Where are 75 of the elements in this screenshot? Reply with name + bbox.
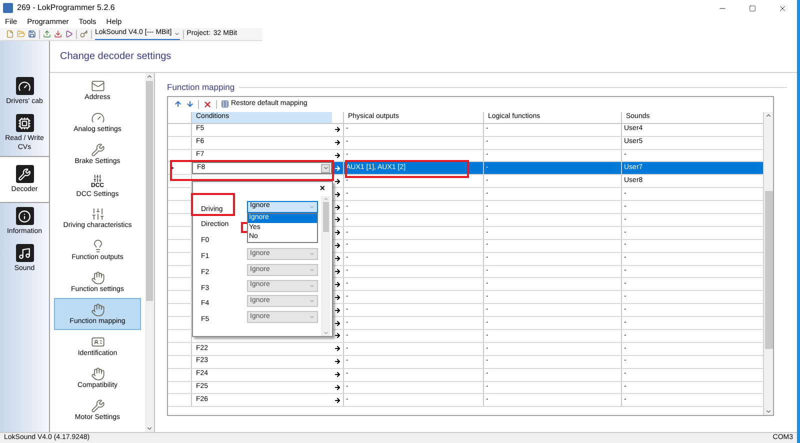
scroll-thumb[interactable]	[764, 190, 772, 349]
save-icon[interactable]	[28, 30, 36, 38]
move-up-icon[interactable]	[174, 100, 182, 108]
maximize-icon	[748, 4, 756, 12]
scroll-thumb[interactable]	[322, 202, 328, 232]
scroll-up-icon[interactable]	[146, 73, 153, 80]
wrench-icon	[90, 398, 104, 412]
arrow-icon	[334, 294, 341, 301]
upload-icon[interactable]	[43, 30, 51, 38]
list-scrollbar[interactable]	[145, 73, 154, 432]
download-icon[interactable]	[54, 30, 62, 38]
new-file-icon[interactable]	[6, 30, 14, 38]
arrow-icon	[334, 229, 341, 236]
arrow-icon	[334, 306, 341, 314]
wrench-icon	[90, 142, 104, 156]
current-row-icon	[171, 166, 174, 170]
arrow-icon	[334, 384, 341, 391]
caret-icon	[174, 30, 180, 36]
scroll-down-icon[interactable]	[146, 425, 153, 432]
scroll-thumb[interactable]	[146, 81, 153, 301]
arrow-icon	[334, 280, 341, 288]
caret-icon	[321, 164, 330, 173]
chip-icon	[16, 114, 34, 132]
play-icon[interactable]	[65, 30, 73, 38]
caret-icon	[309, 266, 315, 273]
hand-icon	[90, 302, 104, 316]
scroll-up-icon[interactable]	[322, 196, 328, 202]
page-header: Change decoder settings	[60, 50, 172, 64]
gauge-icon	[90, 110, 104, 124]
popup-scrollbar[interactable]	[321, 196, 330, 336]
arrow-icon	[334, 255, 341, 262]
arrow-icon	[334, 268, 341, 275]
arrow-icon	[334, 152, 341, 159]
arrow-icon	[334, 204, 341, 211]
arrow-icon	[334, 178, 341, 185]
envelope-icon	[90, 78, 104, 92]
gauge-icon	[16, 77, 34, 95]
arrow-icon	[334, 164, 341, 172]
table-scrollbar[interactable]	[763, 112, 773, 415]
hand-icon	[90, 270, 104, 284]
arrow-icon	[334, 126, 341, 134]
arrow-icon	[334, 139, 341, 146]
caret-icon	[309, 298, 315, 304]
music-icon	[16, 244, 34, 262]
arrow-icon	[334, 358, 341, 366]
info-icon	[16, 207, 34, 225]
caret-icon	[309, 251, 315, 258]
app-logo-icon	[3, 3, 13, 13]
arrow-icon	[334, 320, 341, 327]
id-card-icon	[90, 334, 104, 348]
arrow-icon	[334, 371, 341, 378]
close-icon	[778, 4, 786, 12]
scroll-up-icon[interactable]	[765, 112, 772, 119]
caret-icon	[309, 282, 315, 289]
arrow-icon	[334, 216, 341, 224]
arrow-icon	[334, 242, 341, 250]
delete-icon[interactable]	[203, 100, 212, 109]
arrow-icon	[334, 332, 341, 340]
key-icon[interactable]	[80, 30, 88, 38]
move-down-icon[interactable]	[186, 100, 194, 108]
highlight-frame	[191, 193, 235, 216]
caret-icon	[309, 204, 315, 210]
scroll-down-icon[interactable]	[765, 408, 772, 415]
caret-icon	[309, 314, 315, 320]
arrow-icon	[334, 190, 341, 198]
hand-icon	[90, 366, 104, 380]
folder-icon[interactable]	[17, 30, 25, 38]
window-title: 269 - LokProgrammer 5.2.6	[17, 2, 115, 14]
table-icon	[221, 100, 229, 108]
arrow-icon	[334, 345, 341, 352]
wrench-icon	[16, 165, 34, 183]
group-title: Function mapping	[167, 81, 235, 94]
scroll-down-icon[interactable]	[322, 330, 328, 336]
sliders-icon	[90, 206, 104, 220]
arrow-icon	[334, 396, 341, 404]
